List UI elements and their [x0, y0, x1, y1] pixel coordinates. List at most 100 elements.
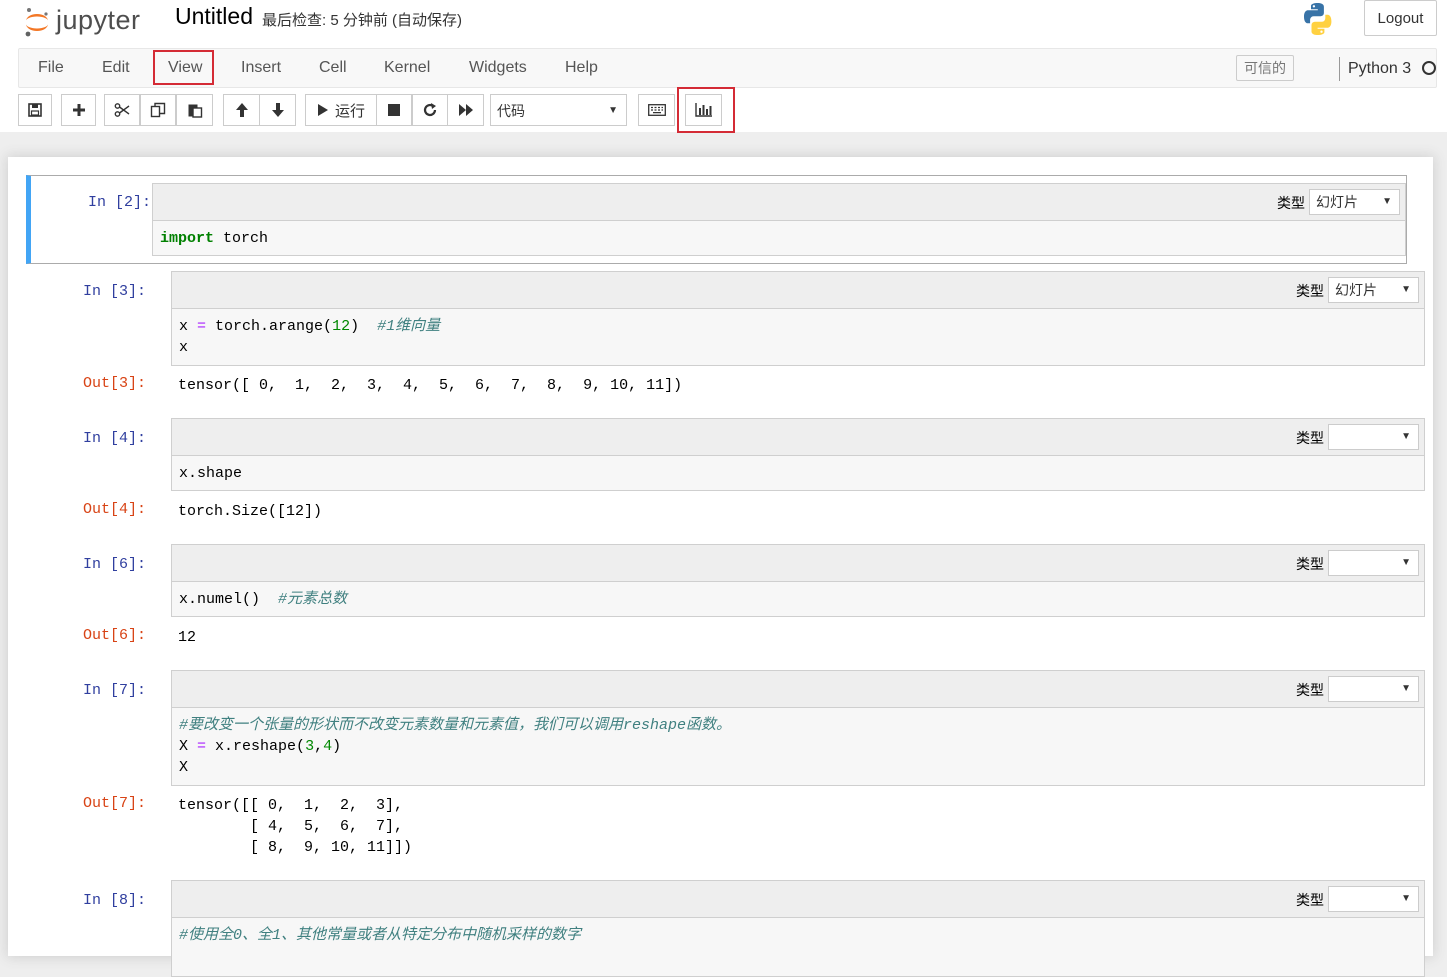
arrow-down-icon: [271, 103, 284, 117]
run-button-label: 运行: [334, 102, 365, 120]
dropdown-arrow-icon: ▼: [1401, 683, 1411, 694]
menu-cell[interactable]: Cell: [308, 49, 358, 87]
in-prompt: In [2]:: [87, 194, 151, 211]
slide-type-select[interactable]: ▼: [1328, 424, 1419, 450]
menu-file[interactable]: File: [27, 49, 75, 87]
slide-type-select[interactable]: ▼: [1328, 676, 1419, 702]
slide-type-select[interactable]: 幻灯片 ▼: [1328, 277, 1419, 303]
in-prompt: In [3]:: [82, 283, 146, 300]
dropdown-arrow-icon: ▼: [1401, 431, 1411, 442]
python-logo-icon: [1300, 1, 1336, 42]
copy-icon: [150, 102, 166, 118]
code-input[interactable]: #要改变一个张量的形状而不改变元素数量和元素值，我们可以调用reshape函数。…: [171, 707, 1425, 786]
out-prompt: Out[4]:: [82, 501, 146, 518]
dropdown-arrow-icon: ▼: [1401, 893, 1411, 904]
in-prompt: In [4]:: [82, 430, 146, 447]
notebook-name[interactable]: Untitled: [175, 3, 253, 30]
checkpoint-status: 最后检查: 5 分钟前 (自动保存): [262, 12, 463, 29]
code-comment: #元素总数: [278, 591, 348, 608]
code-cell[interactable]: In [6]: 类型 ▼ x.numel() #元素总数 Out[6]: 12: [26, 544, 1425, 654]
kernel-idle-icon: [1422, 61, 1436, 75]
slide-type-label: 类型: [1296, 682, 1324, 698]
code-cell[interactable]: In [8]: 类型 ▼ #使用全0、全1、其他常量或者从特定分布中随机采样的数…: [26, 880, 1425, 977]
stop-icon: [388, 104, 400, 116]
cell-type-value: 代码: [497, 103, 525, 119]
kernel-name: Python 3: [1339, 57, 1411, 81]
code-comment: #1维向量: [377, 318, 441, 335]
plus-icon: [72, 104, 85, 116]
cell-type-select[interactable]: 代码 ▼: [490, 94, 627, 126]
cut-button[interactable]: [104, 94, 140, 126]
code-cell[interactable]: In [4]: 类型 ▼ x.shape Out[4]: torch.Size(…: [26, 418, 1425, 528]
copy-button[interactable]: [140, 94, 176, 126]
insert-cell-button[interactable]: [61, 94, 96, 126]
restart-run-all-button[interactable]: [447, 94, 484, 126]
dropdown-arrow-icon: ▼: [1401, 284, 1411, 295]
dropdown-arrow-icon: ▼: [1382, 196, 1392, 207]
code-comment: #要改变一个张量的形状而不改变元素数量和元素值，我们可以调用reshape函数。: [179, 717, 732, 734]
slide-type-select[interactable]: 幻灯片 ▼: [1309, 189, 1400, 215]
slide-type-label: 类型: [1296, 556, 1324, 572]
menu-help[interactable]: Help: [554, 49, 609, 87]
cell-toolbar: 类型 ▼: [171, 670, 1425, 707]
cell-output: tensor([[ 0, 1, 2, 3], [ 4, 5, 6, 7], [ …: [178, 797, 413, 856]
code-keyword: import: [160, 230, 215, 247]
trusted-indicator[interactable]: 可信的: [1236, 55, 1294, 81]
menu-insert[interactable]: Insert: [230, 49, 292, 87]
cell-output: torch.Size([12]): [178, 503, 323, 520]
slide-type-select[interactable]: ▼: [1328, 886, 1419, 912]
jupyter-logo[interactable]: jupyter: [24, 2, 141, 38]
menu-widgets[interactable]: Widgets: [458, 49, 538, 87]
keyboard-icon: [647, 104, 666, 116]
in-prompt: In [8]:: [82, 892, 146, 909]
code-cell[interactable]: In [2]: 类型 幻灯片 ▼ import torch: [26, 175, 1407, 264]
paste-button[interactable]: [176, 94, 213, 126]
slide-type-label: 类型: [1277, 195, 1305, 211]
fast-forward-icon: [458, 104, 473, 116]
dropdown-arrow-icon: ▼: [608, 105, 618, 116]
move-down-button[interactable]: [259, 94, 296, 126]
menubar: File Edit View Insert Cell Kernel Widget…: [18, 48, 1437, 88]
cell-toolbar: 类型 幻灯片 ▼: [171, 271, 1425, 308]
code-input[interactable]: #使用全0、全1、其他常量或者从特定分布中随机采样的数字: [171, 917, 1425, 977]
code-input[interactable]: x.shape: [171, 455, 1425, 491]
dropdown-arrow-icon: ▼: [1401, 557, 1411, 568]
slide-type-label: 类型: [1296, 283, 1324, 299]
play-icon: [317, 104, 328, 116]
menu-edit[interactable]: Edit: [91, 49, 141, 87]
notebook-container: In [2]: 类型 幻灯片 ▼ import torch In [3]: 类型…: [8, 157, 1433, 977]
scissors-icon: [114, 103, 130, 117]
save-button[interactable]: [18, 94, 52, 126]
move-up-button[interactable]: [223, 94, 260, 126]
code-cell[interactable]: In [3]: 类型 幻灯片 ▼ x = torch.arange(12) #1…: [26, 271, 1425, 401]
out-prompt: Out[3]:: [82, 375, 146, 392]
celltoolbar-highlight: [677, 87, 735, 133]
cell-toolbar: 类型 ▼: [171, 880, 1425, 917]
save-icon: [28, 103, 42, 117]
jupyter-logo-icon: [24, 7, 50, 37]
restart-kernel-button[interactable]: [412, 94, 448, 126]
paste-icon: [188, 104, 202, 118]
slide-type-value: 幻灯片: [1335, 282, 1377, 298]
jupyter-logo-text: jupyter: [56, 4, 141, 35]
code-input[interactable]: import torch: [152, 220, 1406, 256]
view-menu-highlight: [153, 50, 214, 85]
code-comment: #使用全0、全1、其他常量或者从特定分布中随机采样的数字: [179, 927, 582, 944]
slide-type-select[interactable]: ▼: [1328, 550, 1419, 576]
in-prompt: In [7]:: [82, 682, 146, 699]
arrow-up-icon: [235, 103, 248, 117]
cell-toolbar: 类型 幻灯片 ▼: [152, 183, 1406, 220]
out-prompt: Out[7]:: [82, 795, 146, 812]
slide-type-label: 类型: [1296, 892, 1324, 908]
logout-button[interactable]: Logout: [1364, 0, 1437, 36]
code-input[interactable]: x = torch.arange(12) #1维向量 x: [171, 308, 1425, 366]
code-input[interactable]: x.numel() #元素总数: [171, 581, 1425, 617]
cell-toolbar: 类型 ▼: [171, 544, 1425, 581]
interrupt-kernel-button[interactable]: [376, 94, 412, 126]
slide-type-label: 类型: [1296, 430, 1324, 446]
menu-kernel[interactable]: Kernel: [373, 49, 441, 87]
command-palette-button[interactable]: [638, 94, 675, 126]
code-cell[interactable]: In [7]: 类型 ▼ #要改变一个张量的形状而不改变元素数量和元素值，我们可…: [26, 670, 1425, 870]
refresh-icon: [423, 103, 437, 117]
run-button[interactable]: 运行: [305, 94, 377, 126]
